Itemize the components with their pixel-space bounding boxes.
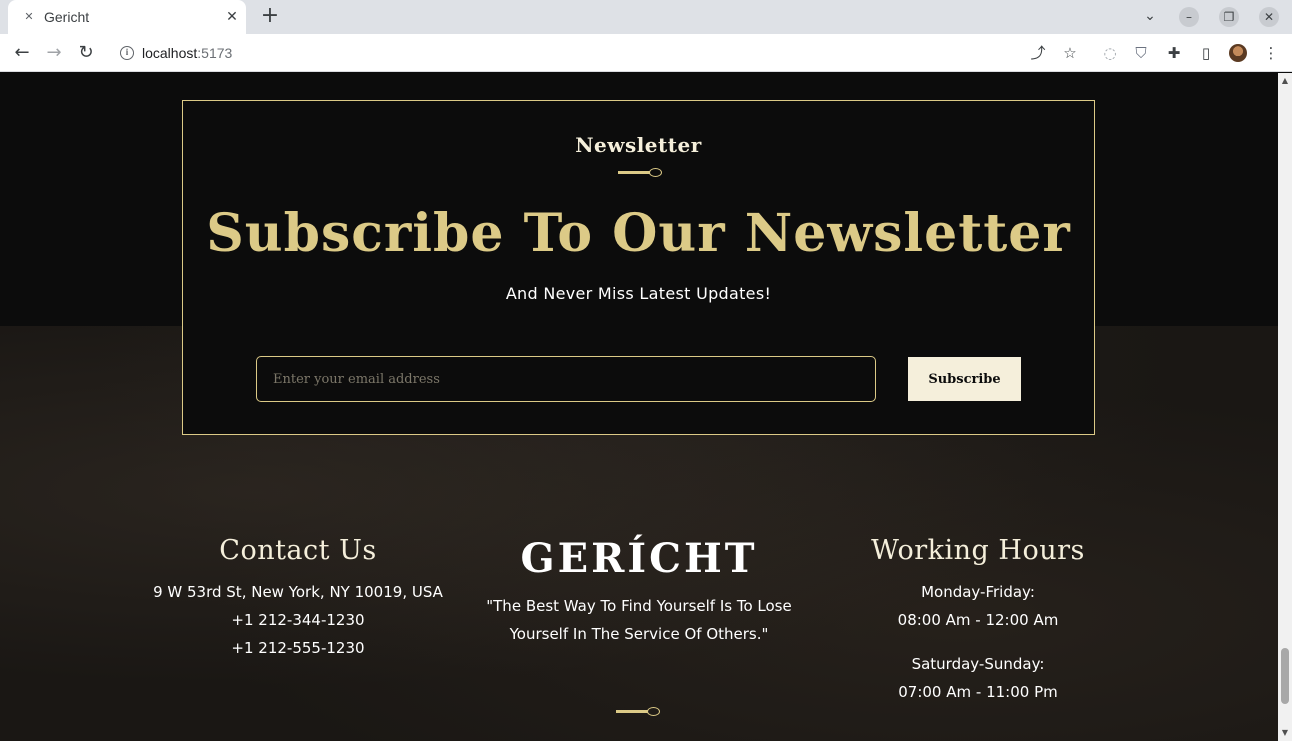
social-links bbox=[593, 735, 683, 741]
side-panel-icon[interactable]: ▯ bbox=[1196, 43, 1216, 63]
brand-column: GERÍCHT "The Best Way To Find Yourself I… bbox=[480, 535, 798, 648]
puzzle-icon[interactable]: ✚ bbox=[1164, 43, 1184, 63]
close-window-button[interactable]: ✕ bbox=[1259, 7, 1279, 27]
back-arrow-icon[interactable]: ← bbox=[10, 41, 34, 65]
contact-column: Contact Us 9 W 53rd St, New York, NY 100… bbox=[118, 535, 478, 662]
contact-address: 9 W 53rd St, New York, NY 10019, USA bbox=[153, 583, 443, 601]
spoon-divider-icon bbox=[618, 168, 664, 178]
favicon-icon: ✕ bbox=[24, 10, 34, 23]
site-info-icon[interactable]: i bbox=[120, 46, 134, 60]
working-hours-title: Working Hours bbox=[871, 535, 1085, 566]
address-bar[interactable]: i localhost:5173 bbox=[108, 38, 1088, 68]
kebab-menu-icon[interactable]: ⋮ bbox=[1261, 43, 1281, 63]
minimize-button[interactable]: – bbox=[1179, 7, 1199, 27]
email-input[interactable] bbox=[256, 356, 876, 402]
newsletter-eyebrow: Newsletter bbox=[575, 133, 702, 157]
reload-icon[interactable]: ↻ bbox=[74, 41, 98, 65]
shield-extension-icon[interactable]: ⛉ bbox=[1131, 43, 1151, 63]
restore-button[interactable]: ❐ bbox=[1219, 7, 1239, 27]
tab-title: Gericht bbox=[44, 9, 90, 25]
weekend-time: 07:00 Am - 11:00 Pm bbox=[898, 683, 1058, 701]
newsletter-box: Newsletter Subscribe To Our Newsletter A… bbox=[182, 100, 1095, 435]
newsletter-heading: Subscribe To Our Newsletter bbox=[206, 203, 1071, 264]
tab-gericht[interactable]: ✕ Gericht ✕ bbox=[8, 0, 246, 34]
contact-phone-1[interactable]: +1 212-344-1230 bbox=[118, 606, 478, 634]
contact-title: Contact Us bbox=[219, 535, 377, 566]
new-tab-button[interactable]: + bbox=[258, 5, 282, 29]
extension-icon[interactable]: ◌ bbox=[1100, 43, 1120, 63]
tab-search-chevron-icon[interactable]: ⌄ bbox=[1140, 8, 1160, 26]
browser-toolbar: ← → ↻ i localhost:5173 ⤴ ☆ ◌ ⛉ ✚ ▯ ⋮ bbox=[0, 34, 1292, 72]
weekday-time: 08:00 Am - 12:00 Am bbox=[897, 611, 1059, 629]
profile-avatar[interactable] bbox=[1229, 44, 1247, 62]
scroll-thumb[interactable] bbox=[1281, 648, 1289, 704]
subscribe-button[interactable]: Subscribe bbox=[908, 357, 1021, 401]
url-port: :5173 bbox=[197, 45, 233, 61]
scroll-down-icon[interactable]: ▼ bbox=[1281, 728, 1289, 737]
star-icon[interactable]: ☆ bbox=[1060, 43, 1080, 63]
page-scrollbar[interactable]: ▲ ▼ bbox=[1278, 73, 1292, 741]
weekday-label: Monday-Friday: bbox=[921, 583, 1035, 601]
brand-quote: "The Best Way To Find Yourself Is To Los… bbox=[486, 597, 792, 643]
tab-close-icon[interactable]: ✕ bbox=[222, 7, 242, 27]
gericht-logo[interactable]: GERÍCHT bbox=[480, 535, 798, 582]
newsletter-subheading: And Never Miss Latest Updates! bbox=[505, 284, 772, 303]
weekend-label: Saturday-Sunday: bbox=[911, 655, 1045, 673]
working-hours-column: Working Hours Monday-Friday: 08:00 Am - … bbox=[828, 535, 1128, 706]
scroll-up-icon[interactable]: ▲ bbox=[1281, 76, 1289, 85]
page-viewport: Newsletter Subscribe To Our Newsletter A… bbox=[0, 73, 1278, 741]
contact-phone-2[interactable]: +1 212-555-1230 bbox=[118, 634, 478, 662]
tab-strip: ✕ Gericht ✕ + ⌄ – ❐ ✕ bbox=[0, 0, 1292, 34]
spoon-divider-icon bbox=[616, 707, 662, 717]
forward-arrow-icon[interactable]: → bbox=[42, 41, 66, 65]
url-host: localhost bbox=[142, 45, 198, 61]
share-icon[interactable]: ⤴ bbox=[1028, 43, 1048, 63]
url-text: localhost:5173 bbox=[142, 45, 232, 61]
